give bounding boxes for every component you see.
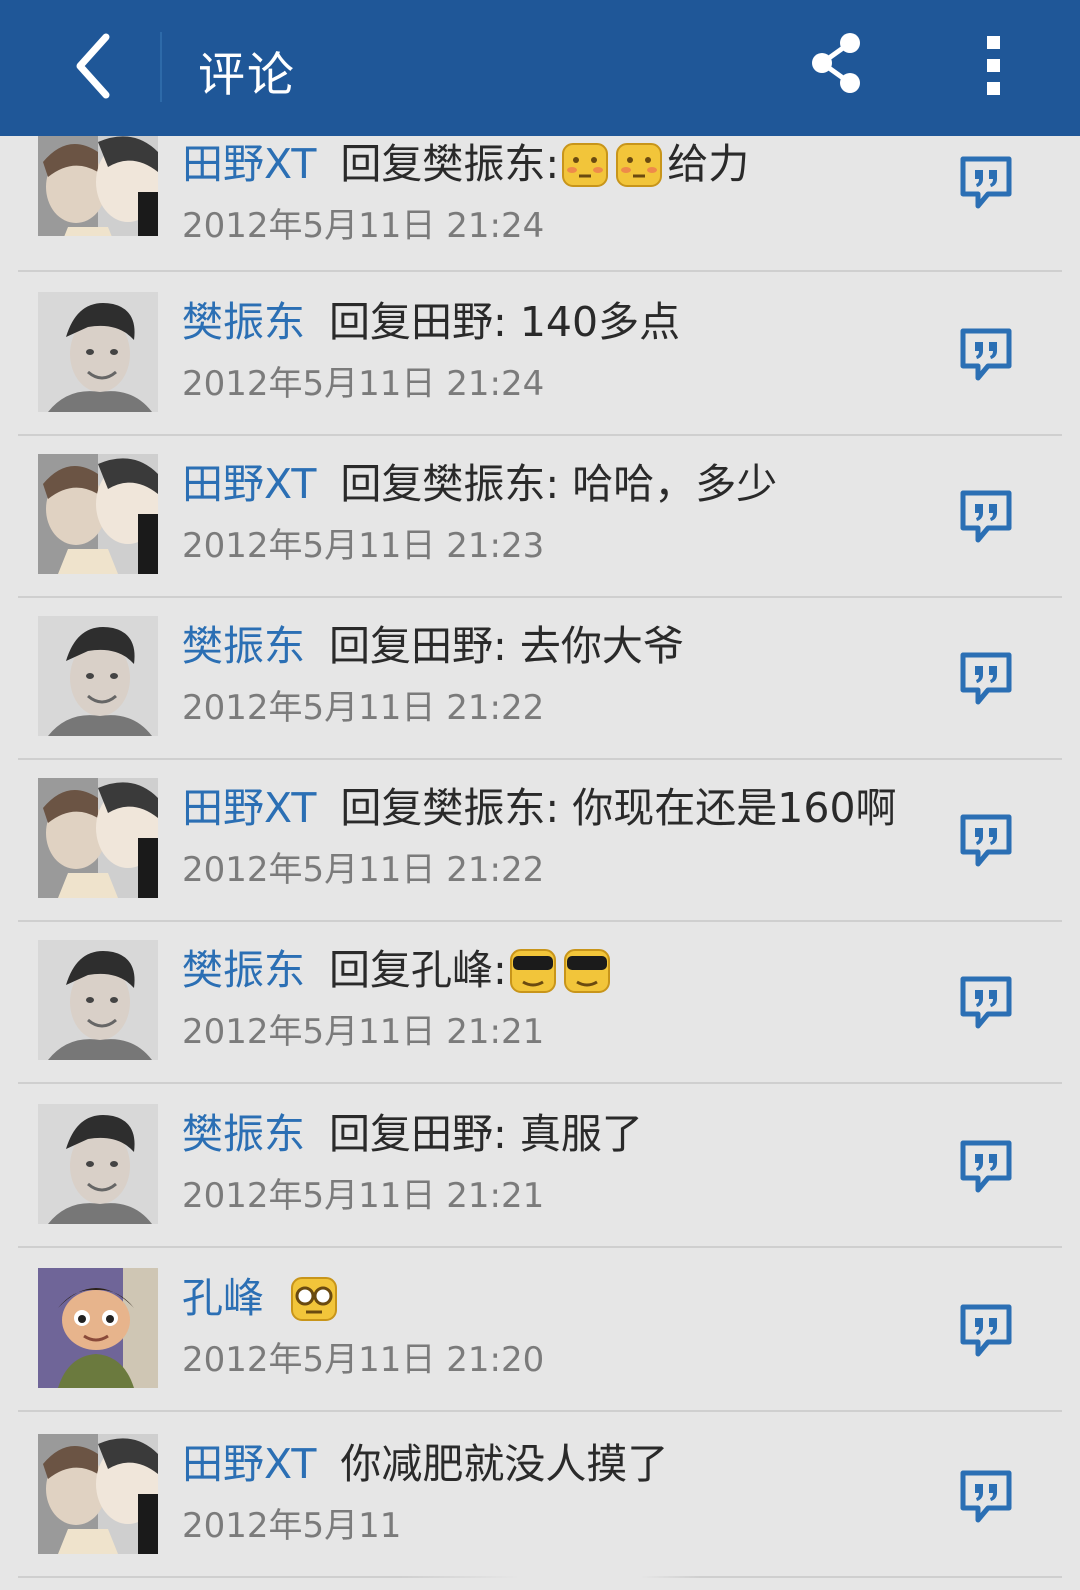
avatar[interactable] [38, 292, 158, 412]
comment-timestamp: 2012年5月11日 21:24 [182, 364, 545, 404]
reply-button[interactable] [958, 1302, 1014, 1358]
comment-timestamp: 2012年5月11 [182, 1506, 402, 1546]
comment-timestamp: 2012年5月11日 21:20 [182, 1340, 545, 1380]
comment-row[interactable]: 樊振东 回复田野: 真服了 2012年5月11日 21:21 [18, 1082, 1062, 1248]
avatar[interactable] [38, 1104, 158, 1224]
comment-row[interactable]: 孔峰 2012年5月11日 21:20 [18, 1246, 1062, 1412]
commenter-name[interactable]: 樊振东 [182, 1106, 305, 1162]
comment-message: 樊振东 回复孔峰: [182, 942, 982, 998]
reply-quote-icon [960, 652, 1012, 705]
more-options-button[interactable] [984, 32, 1004, 100]
reply-quote-icon [960, 1470, 1012, 1523]
comment-row[interactable]: 田野XT 回复樊振东: 哈哈，多少 2012年5月11日 21:23 [18, 432, 1062, 598]
reply-button[interactable] [958, 1468, 1014, 1524]
comment-text-after: 给力 [667, 140, 750, 188]
reply-quote-icon [960, 156, 1012, 209]
comment-text: 你减肥就没人摸了 [340, 1440, 669, 1488]
page-title: 评论 [198, 48, 296, 103]
header-divider [160, 32, 162, 102]
reply-quote-icon [960, 490, 1012, 543]
avatar[interactable] [38, 616, 158, 736]
comment-message: 田野XT 你减肥就没人摸了 [182, 1436, 982, 1492]
commenter-name[interactable]: 孔峰 [182, 1270, 264, 1326]
reply-button[interactable] [958, 488, 1014, 544]
top-app-bar: 评论 [0, 0, 1080, 136]
sunglasses-emoji [563, 949, 610, 993]
blush-emoji [616, 143, 663, 187]
comment-text: 回复樊振东: 你现在还是160啊 [340, 784, 897, 832]
comment-text: 回复樊振东: 哈哈，多少 [340, 460, 778, 508]
comment-message: 樊振东 回复田野: 140多点 [182, 294, 982, 350]
chevron-left-icon [76, 33, 110, 99]
commenter-name[interactable]: 田野XT [182, 780, 316, 836]
commenter-name[interactable]: 田野XT [182, 1436, 316, 1492]
avatar[interactable] [38, 1434, 158, 1554]
comment-message: 田野XT 回复樊振东: 哈哈，多少 [182, 456, 982, 512]
blush-emoji [562, 143, 609, 187]
reply-quote-icon [960, 976, 1012, 1029]
comment-message: 田野XT 回复樊振东: 给力 [182, 136, 982, 192]
commenter-name[interactable]: 田野XT [182, 456, 316, 512]
comment-row[interactable]: 樊振东 回复田野: 去你大爷 2012年5月11日 21:22 [18, 594, 1062, 760]
back-button[interactable] [52, 22, 132, 110]
commenter-name[interactable]: 樊振东 [182, 942, 305, 998]
avatar[interactable] [38, 136, 158, 236]
commenter-name[interactable]: 樊振东 [182, 294, 305, 350]
glasses-emoji [291, 1277, 337, 1321]
comment-text: 回复樊振东: [340, 140, 560, 188]
comment-message: 樊振东 回复田野: 真服了 [182, 1106, 982, 1162]
reply-button[interactable] [958, 154, 1014, 210]
comment-text: 回复田野: 去你大爷 [329, 622, 684, 670]
reply-button[interactable] [958, 974, 1014, 1030]
share-icon [812, 33, 860, 93]
reply-button[interactable] [958, 1138, 1014, 1194]
reply-quote-icon [960, 1304, 1012, 1357]
comment-message: 樊振东 回复田野: 去你大爷 [182, 618, 982, 674]
comment-timestamp: 2012年5月11日 21:21 [182, 1176, 545, 1216]
share-button[interactable] [808, 30, 864, 96]
comment-text: 回复田野: 140多点 [329, 298, 681, 346]
commenter-name[interactable]: 田野XT [182, 136, 316, 192]
reply-button[interactable] [958, 650, 1014, 706]
comment-timestamp: 2012年5月11日 21:22 [182, 688, 545, 728]
comment-row[interactable]: 田野XT 回复樊振东: 你现在还是160啊 2012年5月11日 21:22 [18, 756, 1062, 922]
avatar[interactable] [38, 1268, 158, 1388]
comment-timestamp: 2012年5月11日 21:22 [182, 850, 545, 890]
reply-quote-icon [960, 1140, 1012, 1193]
comment-message: 孔峰 [182, 1270, 982, 1326]
reply-button[interactable] [958, 326, 1014, 382]
comment-row[interactable]: 田野XT 回复樊振东: 给力 2012年5月11日 21:24 [18, 136, 1062, 272]
reply-button[interactable] [958, 812, 1014, 868]
comment-message: 田野XT 回复樊振东: 你现在还是160啊 [182, 780, 982, 836]
comment-timestamp: 2012年5月11日 21:24 [182, 206, 545, 246]
comment-row[interactable]: 樊振东 回复孔峰: 2012年5月11日 21:21 [18, 918, 1062, 1084]
image-fade [400, 1500, 700, 1590]
comment-text: 回复田野: 真服了 [329, 1110, 643, 1158]
reply-quote-icon [960, 814, 1012, 867]
comment-timestamp: 2012年5月11日 21:21 [182, 1012, 545, 1052]
comment-text: 回复孔峰: [329, 946, 507, 994]
more-vertical-icon [987, 36, 1000, 95]
commenter-name[interactable]: 樊振东 [182, 618, 305, 674]
reply-quote-icon [960, 328, 1012, 381]
avatar[interactable] [38, 454, 158, 574]
avatar[interactable] [38, 778, 158, 898]
avatar[interactable] [38, 940, 158, 1060]
sunglasses-emoji [509, 949, 556, 993]
comment-list[interactable]: 田野XT 回复樊振东: 给力 2012年5月11日 21:24 樊振东 回复田野: 14… [0, 136, 1080, 1590]
comment-row[interactable]: 樊振东 回复田野: 140多点 2012年5月11日 21:24 [18, 270, 1062, 436]
comment-timestamp: 2012年5月11日 21:23 [182, 526, 545, 566]
